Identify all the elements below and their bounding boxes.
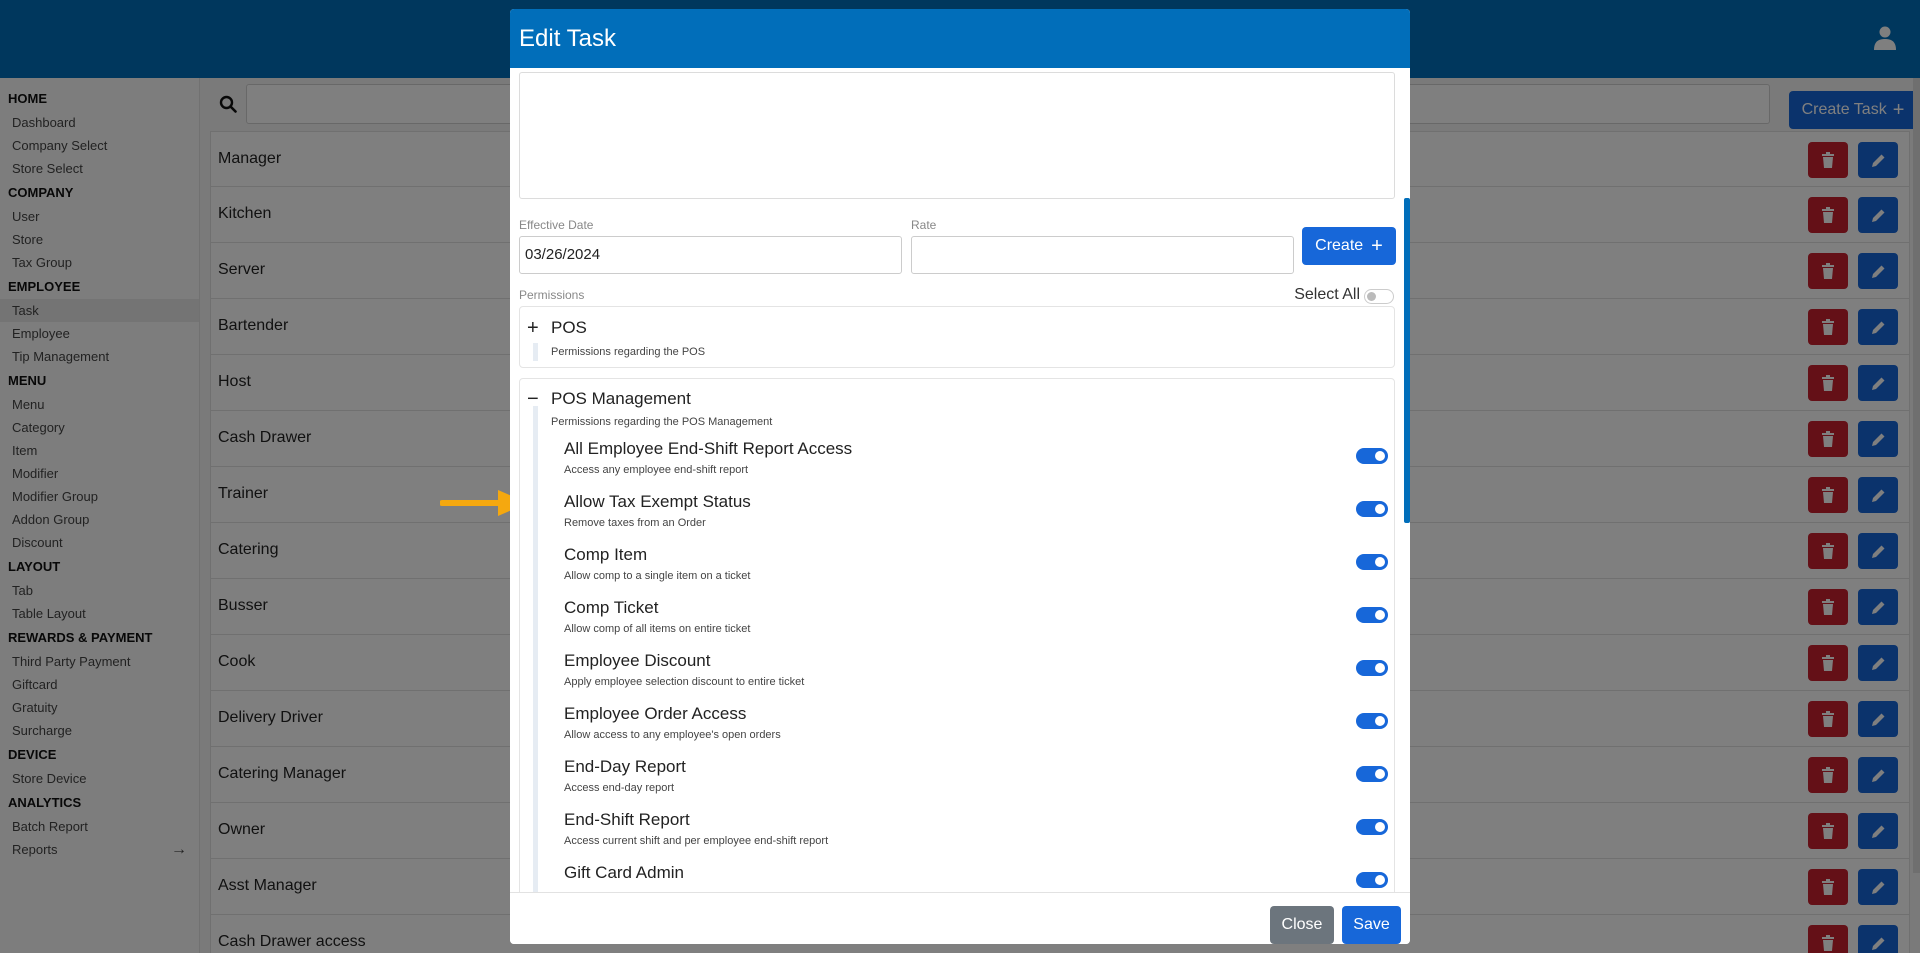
select-all-toggle[interactable] bbox=[1364, 289, 1394, 304]
permission-allow-tax-exempt-status: Allow Tax Exempt Status Remove taxes from… bbox=[564, 492, 1394, 545]
description-textarea[interactable] bbox=[519, 72, 1395, 199]
permission-name: Comp Item bbox=[564, 545, 648, 564]
permission-toggle[interactable] bbox=[1356, 607, 1388, 623]
permission-end-shift-report: End-Shift Report Access current shift and… bbox=[564, 810, 1394, 863]
modal-body: Effective Date 03/26/2024 Rate Create + … bbox=[510, 68, 1410, 892]
permission-group-pos-management: − POS Management Permissions regarding t… bbox=[519, 378, 1395, 892]
permission-description: Access current shift and per employee en… bbox=[564, 835, 829, 847]
permission-comp-ticket: Comp Ticket Allow comp of all items on en… bbox=[564, 598, 1394, 651]
rate-input[interactable] bbox=[911, 236, 1294, 274]
group-description: Permissions regarding the POS Management bbox=[551, 416, 773, 428]
permission-employee-order-access: Employee Order Access Allow access to any… bbox=[564, 704, 1394, 757]
permission-description: Allow comp to a single item on a ticket bbox=[564, 570, 751, 582]
permission-toggle[interactable] bbox=[1356, 872, 1388, 888]
expand-icon[interactable]: + bbox=[527, 318, 539, 338]
group-rail bbox=[533, 343, 538, 361]
plus-icon: + bbox=[1371, 235, 1383, 257]
permission-toggle[interactable] bbox=[1356, 819, 1388, 835]
permission-employee-discount: Employee Discount Apply employee selectio… bbox=[564, 651, 1394, 704]
modal-scrollbar[interactable] bbox=[1404, 198, 1410, 523]
permission-toggle[interactable] bbox=[1356, 766, 1388, 782]
permissions-label: Permissions bbox=[519, 288, 585, 302]
page-scrollbar[interactable] bbox=[1913, 78, 1920, 873]
group-title[interactable]: POS bbox=[551, 318, 587, 338]
permission-toggle[interactable] bbox=[1356, 501, 1388, 517]
permission-description: Access end-day report bbox=[564, 782, 675, 794]
effective-date-label: Effective Date bbox=[519, 218, 594, 232]
permission-name: Employee Order Access bbox=[564, 704, 747, 723]
close-button[interactable]: Close bbox=[1270, 906, 1334, 944]
group-rail bbox=[533, 406, 538, 892]
effective-date-input[interactable]: 03/26/2024 bbox=[519, 236, 902, 274]
permission-description: Allow access to any employee's open orde… bbox=[564, 729, 781, 741]
permission-end-day-report: End-Day Report Access end-day report bbox=[564, 757, 1394, 810]
permission-description: Apply employee selection discount to ent… bbox=[564, 676, 805, 688]
rate-label: Rate bbox=[911, 218, 937, 232]
group-description: Permissions regarding the POS bbox=[551, 346, 706, 358]
permission-name: Employee Discount bbox=[564, 651, 711, 670]
save-button[interactable]: Save bbox=[1342, 906, 1401, 944]
modal-title: Edit Task bbox=[510, 9, 1410, 68]
permission-name: End-Day Report bbox=[564, 757, 686, 776]
permission-all-employee-end-shift-report-access: All Employee End-Shift Report Access Acce… bbox=[564, 439, 1394, 492]
permission-description: Access any employee end-shift report bbox=[564, 464, 749, 476]
permission-name: Allow Tax Exempt Status bbox=[564, 492, 751, 511]
permission-description: Allow comp of all items on entire ticket bbox=[564, 623, 751, 635]
select-all-label: Select All bbox=[1294, 286, 1360, 303]
create-rate-button[interactable]: Create + bbox=[1302, 227, 1396, 265]
modal-footer: Close Save bbox=[510, 892, 1410, 944]
edit-task-modal: Edit Task Effective Date 03/26/2024 Rate… bbox=[510, 9, 1410, 944]
permission-name: Comp Ticket bbox=[564, 598, 659, 617]
permission-comp-item: Comp Item Allow comp to a single item on … bbox=[564, 545, 1394, 598]
permission-toggle[interactable] bbox=[1356, 554, 1388, 570]
create-label: Create bbox=[1315, 237, 1364, 254]
permission-description: Remove taxes from an Order bbox=[564, 517, 706, 529]
permission-toggle[interactable] bbox=[1356, 713, 1388, 729]
group-title[interactable]: POS Management bbox=[551, 389, 691, 409]
permission-name: Gift Card Admin bbox=[564, 863, 684, 882]
permission-name: All Employee End-Shift Report Access bbox=[564, 439, 853, 458]
permission-gift-card-admin: Gift Card Admin bbox=[564, 863, 1394, 892]
permission-name: End-Shift Report bbox=[564, 810, 690, 829]
permission-group-pos: + POS Permissions regarding the POS bbox=[519, 306, 1395, 368]
permission-toggle[interactable] bbox=[1356, 448, 1388, 464]
permission-toggle[interactable] bbox=[1356, 660, 1388, 676]
